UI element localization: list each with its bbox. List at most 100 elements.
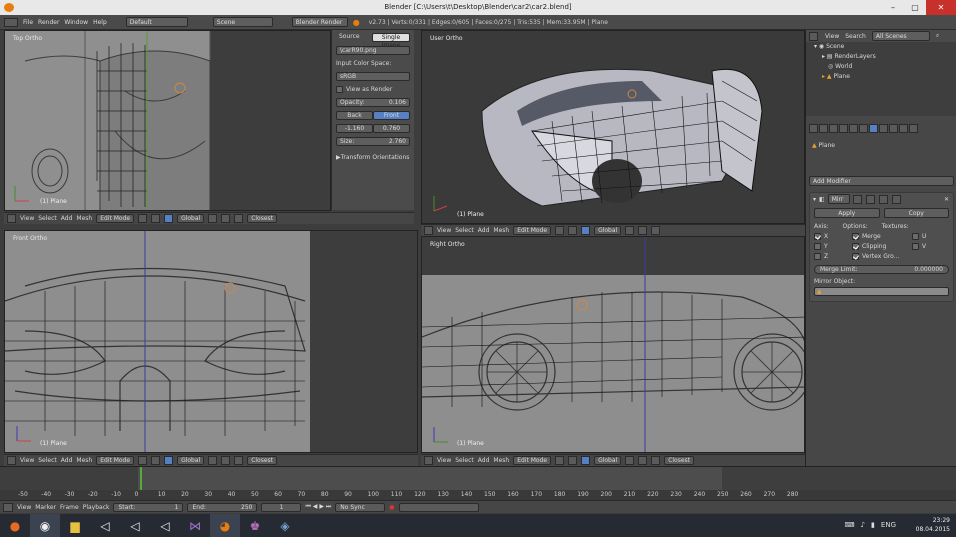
mode-select[interactable]: Edit Mode bbox=[513, 226, 552, 235]
shading-icon[interactable] bbox=[555, 226, 565, 235]
menu-file[interactable]: File bbox=[23, 19, 33, 26]
material-tab-icon[interactable] bbox=[889, 124, 898, 133]
face-select-icon[interactable] bbox=[234, 456, 244, 465]
explorer-icon[interactable]: ▆ bbox=[60, 514, 90, 537]
axis-y-checkbox[interactable] bbox=[814, 243, 821, 250]
close-icon[interactable]: ✕ bbox=[944, 196, 949, 203]
axis-z-checkbox[interactable] bbox=[814, 253, 821, 260]
timeline[interactable]: -50 -40 -30 -20 -10 0 10 20 30 40 50 60 70 80 90 100 110… bbox=[0, 466, 956, 500]
unity-icon-3[interactable]: ◁ bbox=[150, 514, 180, 537]
shading-icon[interactable] bbox=[138, 456, 148, 465]
viewport-right-ortho[interactable]: Right Ortho (1) Plane bbox=[421, 236, 805, 453]
opacity-slider[interactable]: Opacity: 0.106 bbox=[336, 97, 410, 107]
outliner-item-world[interactable]: ◎ World bbox=[806, 62, 956, 72]
edge-select-icon[interactable] bbox=[221, 456, 231, 465]
object-tab-icon[interactable] bbox=[849, 124, 858, 133]
menu-help[interactable]: Help bbox=[93, 19, 107, 26]
orientation-select[interactable]: Global bbox=[177, 214, 205, 223]
image-file-field[interactable]: \carR90.png bbox=[336, 45, 410, 55]
viewport-top-ortho[interactable]: Top Ortho (1) Plane bbox=[4, 30, 331, 211]
visual-studio-icon[interactable]: ⋈ bbox=[180, 514, 210, 537]
clipping-checkbox[interactable] bbox=[852, 243, 859, 250]
size-field[interactable]: Size: 2.760 bbox=[336, 136, 410, 146]
volume-icon[interactable]: ♪ bbox=[861, 521, 865, 529]
app-icon[interactable]: ♚ bbox=[240, 514, 270, 537]
merge-checkbox[interactable] bbox=[852, 233, 859, 240]
snap-select[interactable]: Closest bbox=[247, 456, 278, 465]
menu-render[interactable]: Render bbox=[38, 19, 59, 26]
mode-select[interactable]: Edit Mode bbox=[96, 214, 135, 223]
system-tray[interactable]: ⌨ ♪ ▮ ENG bbox=[844, 521, 896, 529]
texture-tab-icon[interactable] bbox=[899, 124, 908, 133]
pivot-icon[interactable] bbox=[568, 456, 578, 465]
pivot-icon[interactable] bbox=[151, 456, 161, 465]
menu-view[interactable]: View bbox=[437, 457, 451, 464]
clock[interactable]: 23:29 08.04.2015 bbox=[916, 516, 950, 534]
blender-taskbar-icon[interactable]: ◕ bbox=[210, 514, 240, 537]
snap-select[interactable]: Closest bbox=[664, 456, 695, 465]
outliner-filter-select[interactable]: All Scenes bbox=[871, 31, 930, 41]
sync-select[interactable]: No Sync bbox=[335, 502, 386, 512]
layout-select[interactable]: Default bbox=[125, 17, 188, 27]
timeline-strip[interactable] bbox=[0, 467, 956, 490]
orientation-select[interactable]: Global bbox=[177, 456, 205, 465]
copy-button[interactable]: Copy bbox=[883, 208, 949, 218]
menu-select[interactable]: Select bbox=[38, 215, 57, 222]
shading-icon[interactable] bbox=[555, 456, 565, 465]
mode-select[interactable]: Edit Mode bbox=[96, 456, 135, 465]
minimize-button[interactable]: – bbox=[882, 0, 904, 15]
menu-add[interactable]: Add bbox=[478, 457, 490, 464]
physics-tab-icon[interactable] bbox=[909, 124, 918, 133]
offset-x-field[interactable]: -1.160 bbox=[336, 123, 373, 133]
texture-u-checkbox[interactable] bbox=[912, 233, 919, 240]
menu-marker[interactable]: Marker bbox=[35, 504, 56, 511]
menu-frame[interactable]: Frame bbox=[60, 504, 79, 511]
view-as-render-checkbox[interactable] bbox=[336, 85, 343, 93]
search-icon[interactable]: ⌕ bbox=[936, 32, 939, 40]
editmode-icon[interactable] bbox=[878, 194, 888, 204]
manipulator-icon[interactable] bbox=[164, 456, 174, 465]
manipulator-icon[interactable] bbox=[581, 456, 591, 465]
axis-x-checkbox[interactable] bbox=[814, 233, 821, 240]
edge-select-icon[interactable] bbox=[638, 226, 648, 235]
outliner-item-scene[interactable]: ▾ ◉ Scene bbox=[806, 42, 956, 52]
end-frame-field[interactable]: End: 250 bbox=[187, 502, 258, 512]
edge-select-icon[interactable] bbox=[638, 456, 648, 465]
realtime-icon[interactable] bbox=[852, 194, 862, 204]
start-frame-field[interactable]: Start: 1 bbox=[113, 502, 184, 512]
vertex-select-icon[interactable] bbox=[208, 456, 218, 465]
menu-mesh[interactable]: Mesh bbox=[76, 457, 92, 464]
tab-source[interactable]: Source bbox=[336, 32, 372, 42]
manipulator-icon[interactable] bbox=[581, 226, 591, 235]
face-select-icon[interactable] bbox=[651, 226, 661, 235]
modifier-name-field[interactable]: Mirr bbox=[827, 194, 850, 204]
menu-select[interactable]: Select bbox=[38, 457, 57, 464]
world-tab-icon[interactable] bbox=[839, 124, 848, 133]
render-icon[interactable] bbox=[865, 194, 875, 204]
offset-y-field[interactable]: 0.760 bbox=[373, 123, 410, 133]
render-engine-select[interactable]: Blender Render bbox=[291, 17, 348, 27]
editor-type-icon[interactable] bbox=[4, 17, 18, 27]
menu-select[interactable]: Select bbox=[455, 227, 474, 234]
pivot-icon[interactable] bbox=[151, 214, 161, 223]
tab-single-image[interactable]: Single Image bbox=[372, 32, 410, 49]
face-select-icon[interactable] bbox=[234, 214, 244, 223]
layers-tab-icon[interactable] bbox=[819, 124, 828, 133]
back-button[interactable]: Back bbox=[336, 110, 373, 120]
record-icon[interactable]: ● bbox=[389, 504, 394, 511]
menu-mesh[interactable]: Mesh bbox=[493, 457, 509, 464]
scene-tab-icon[interactable] bbox=[829, 124, 838, 133]
unity-icon[interactable]: ◁ bbox=[90, 514, 120, 537]
close-button[interactable]: ✕ bbox=[926, 0, 956, 15]
menu-view[interactable]: View bbox=[437, 227, 451, 234]
outliner-item-plane[interactable]: ▸ ▲ Plane bbox=[806, 72, 956, 82]
editor-type-icon[interactable] bbox=[7, 456, 16, 465]
editor-type-icon[interactable] bbox=[424, 226, 433, 235]
menu-add[interactable]: Add bbox=[61, 457, 73, 464]
viewport-user-ortho[interactable]: User Ortho (1) Plane bbox=[421, 30, 805, 224]
keying-set-field[interactable] bbox=[398, 502, 479, 512]
steam-icon[interactable]: ◉ bbox=[30, 514, 60, 537]
menu-window[interactable]: Window bbox=[64, 19, 88, 26]
add-modifier-select[interactable]: Add Modifier bbox=[809, 176, 954, 186]
collapse-icon[interactable]: ▾ bbox=[813, 196, 816, 203]
